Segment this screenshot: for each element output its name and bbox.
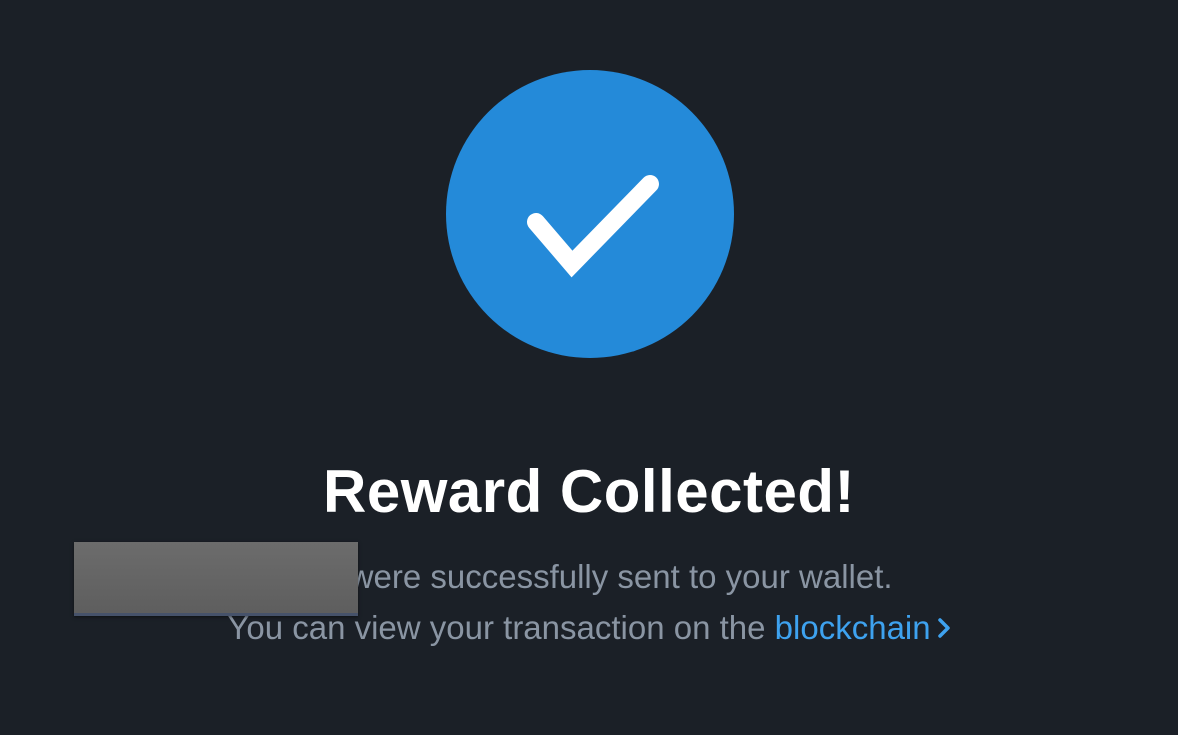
success-badge xyxy=(446,70,734,358)
page-title: Reward Collected! xyxy=(323,458,855,525)
reward-success-screen: Reward Collected! 443 were successfully … xyxy=(0,0,1178,735)
blockchain-link-label: blockchain xyxy=(774,609,931,646)
blockchain-link[interactable]: blockchain xyxy=(775,609,951,646)
sent-message-text: were successfully sent to your wallet. xyxy=(340,558,893,595)
checkmark-icon xyxy=(527,175,659,278)
redaction-overlay xyxy=(74,542,358,616)
chevron-right-icon xyxy=(937,618,950,639)
